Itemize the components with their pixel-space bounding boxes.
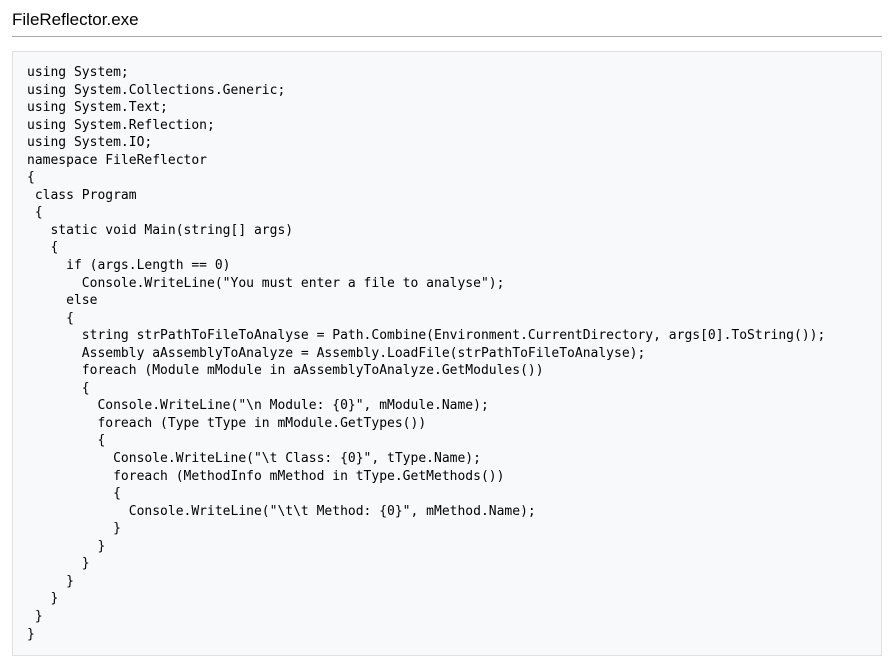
page-title: FileReflector.exe <box>12 8 882 37</box>
code-block: using System; using System.Collections.G… <box>12 51 882 656</box>
